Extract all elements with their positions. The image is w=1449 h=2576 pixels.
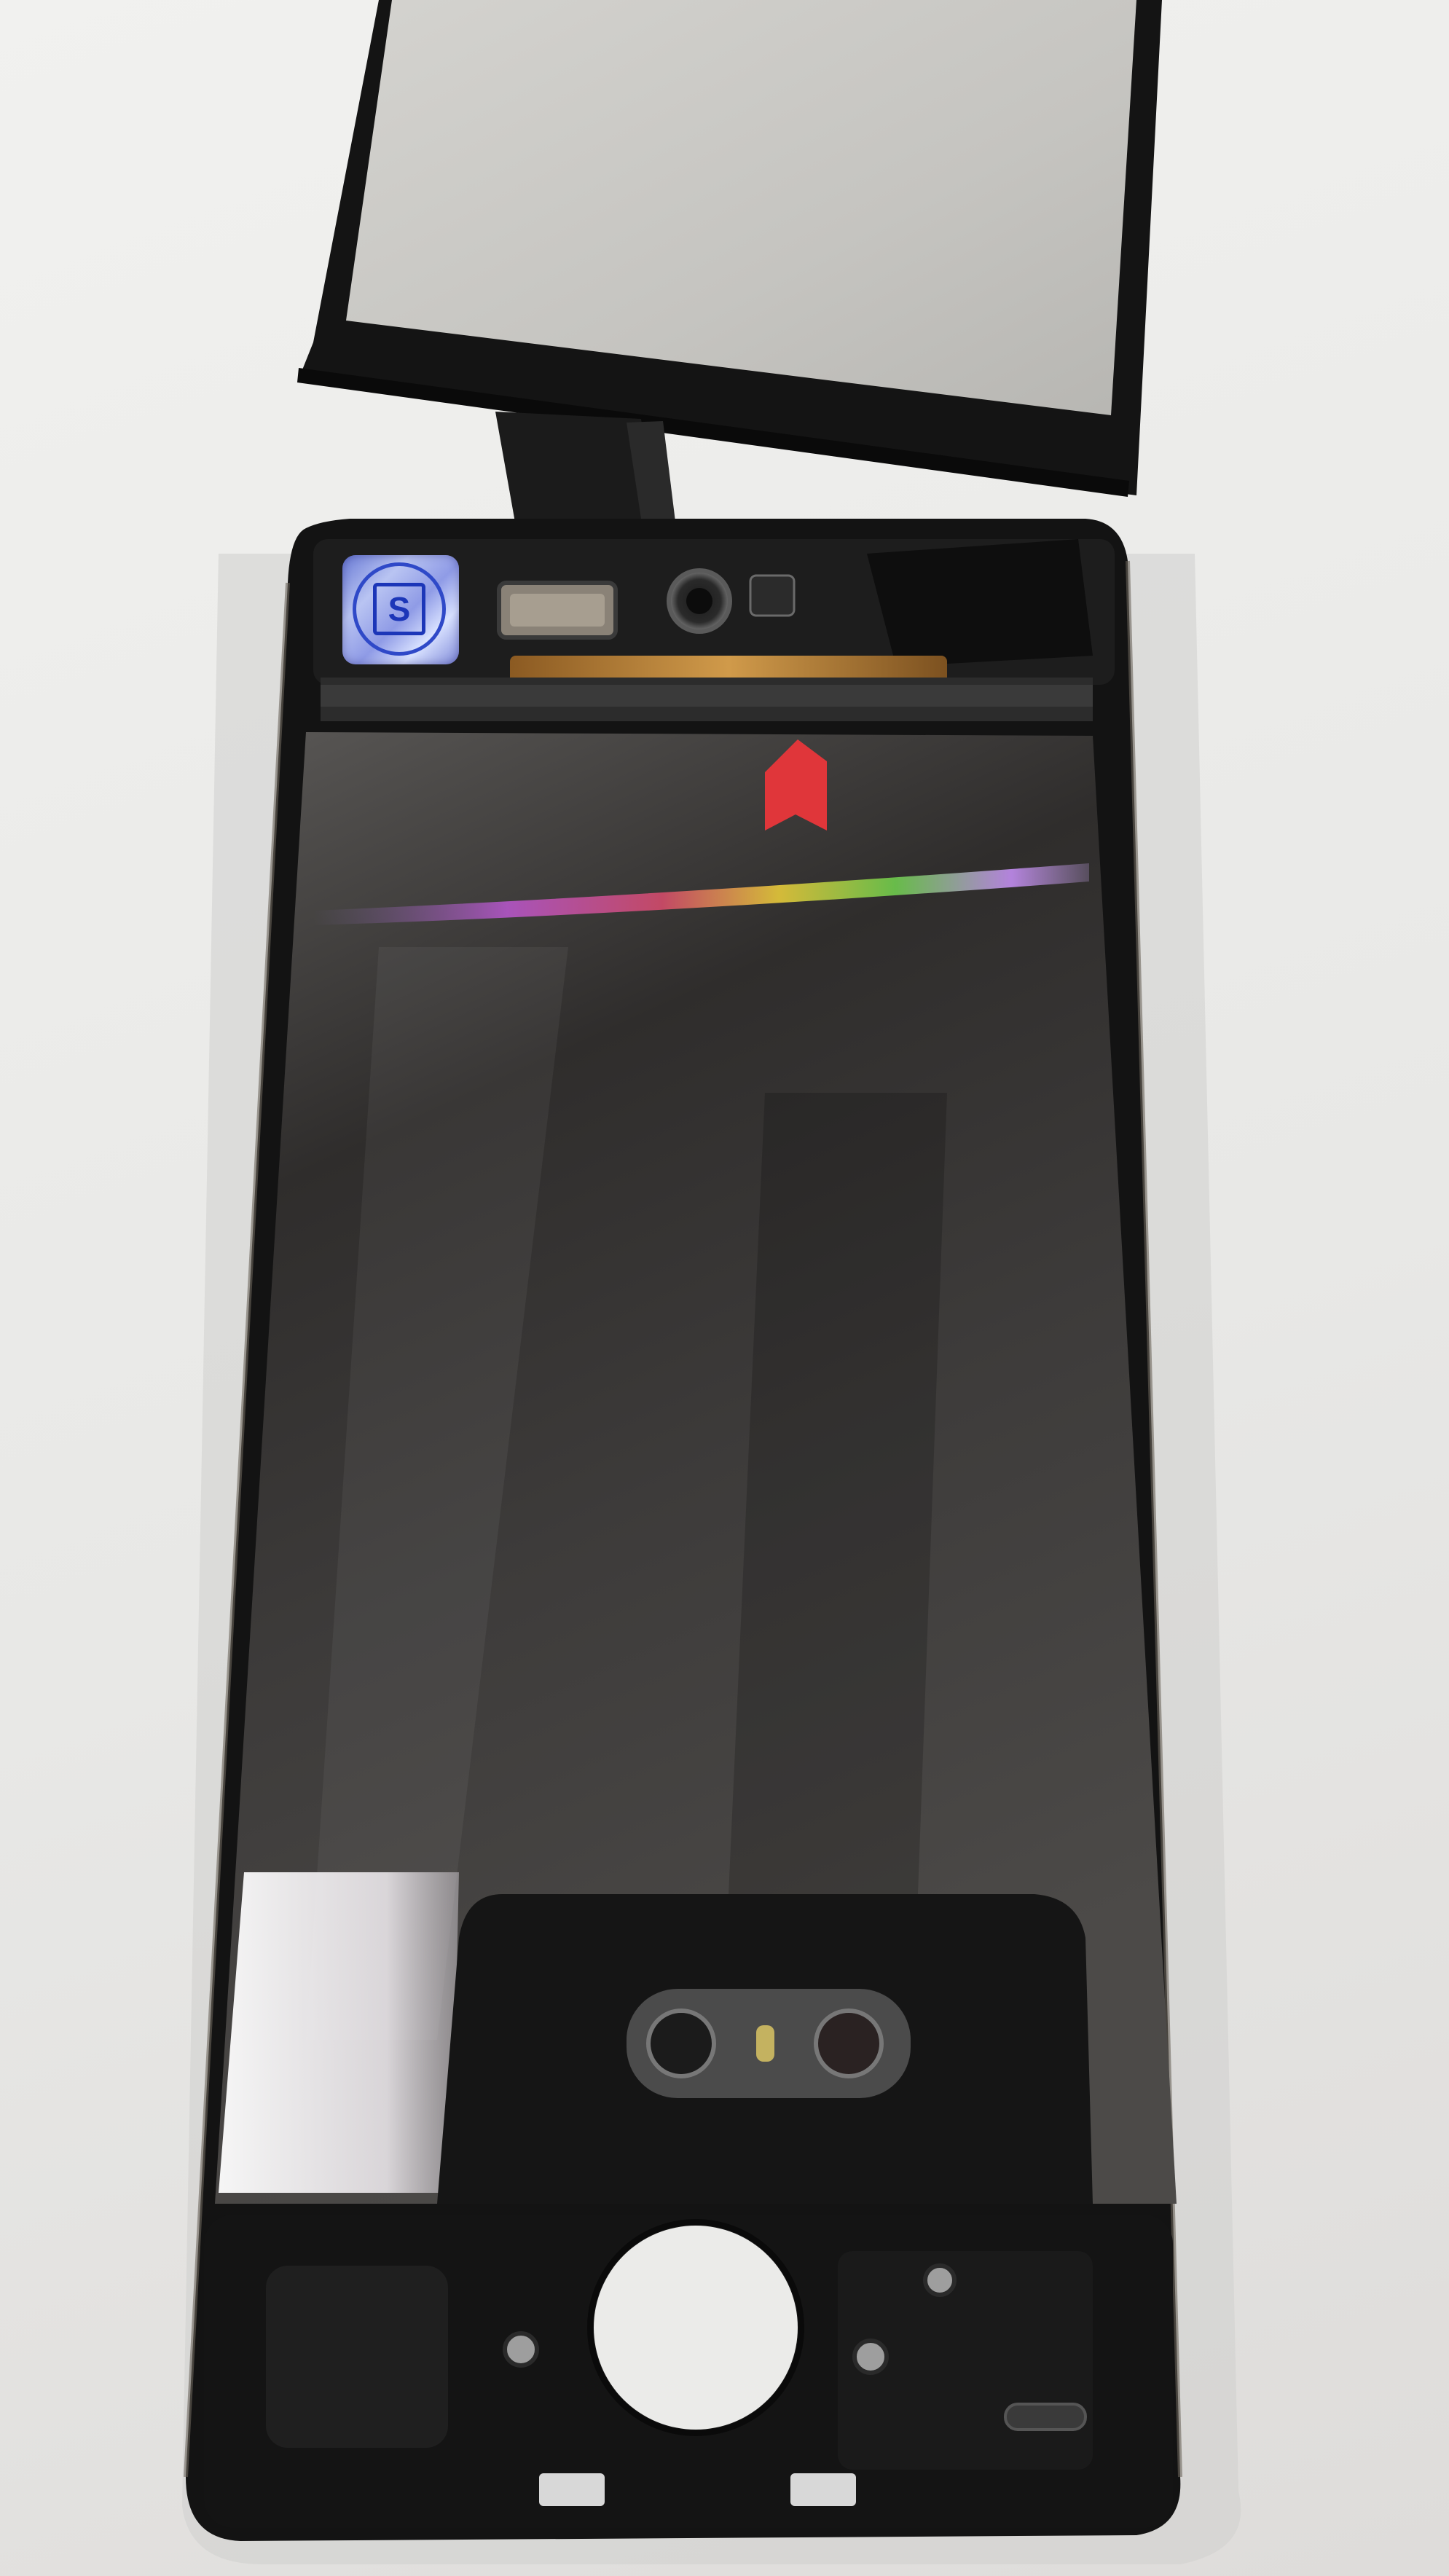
hologram-seal-sticker: S bbox=[342, 555, 459, 664]
home-button-hole bbox=[594, 2226, 798, 2430]
lifted-display-panel bbox=[297, 0, 1162, 497]
phone-disassembly-photo bbox=[182, 0, 1241, 2564]
proximity-sensor bbox=[749, 574, 796, 617]
seal-letter: S bbox=[373, 583, 425, 635]
light-glare bbox=[219, 1872, 459, 2193]
